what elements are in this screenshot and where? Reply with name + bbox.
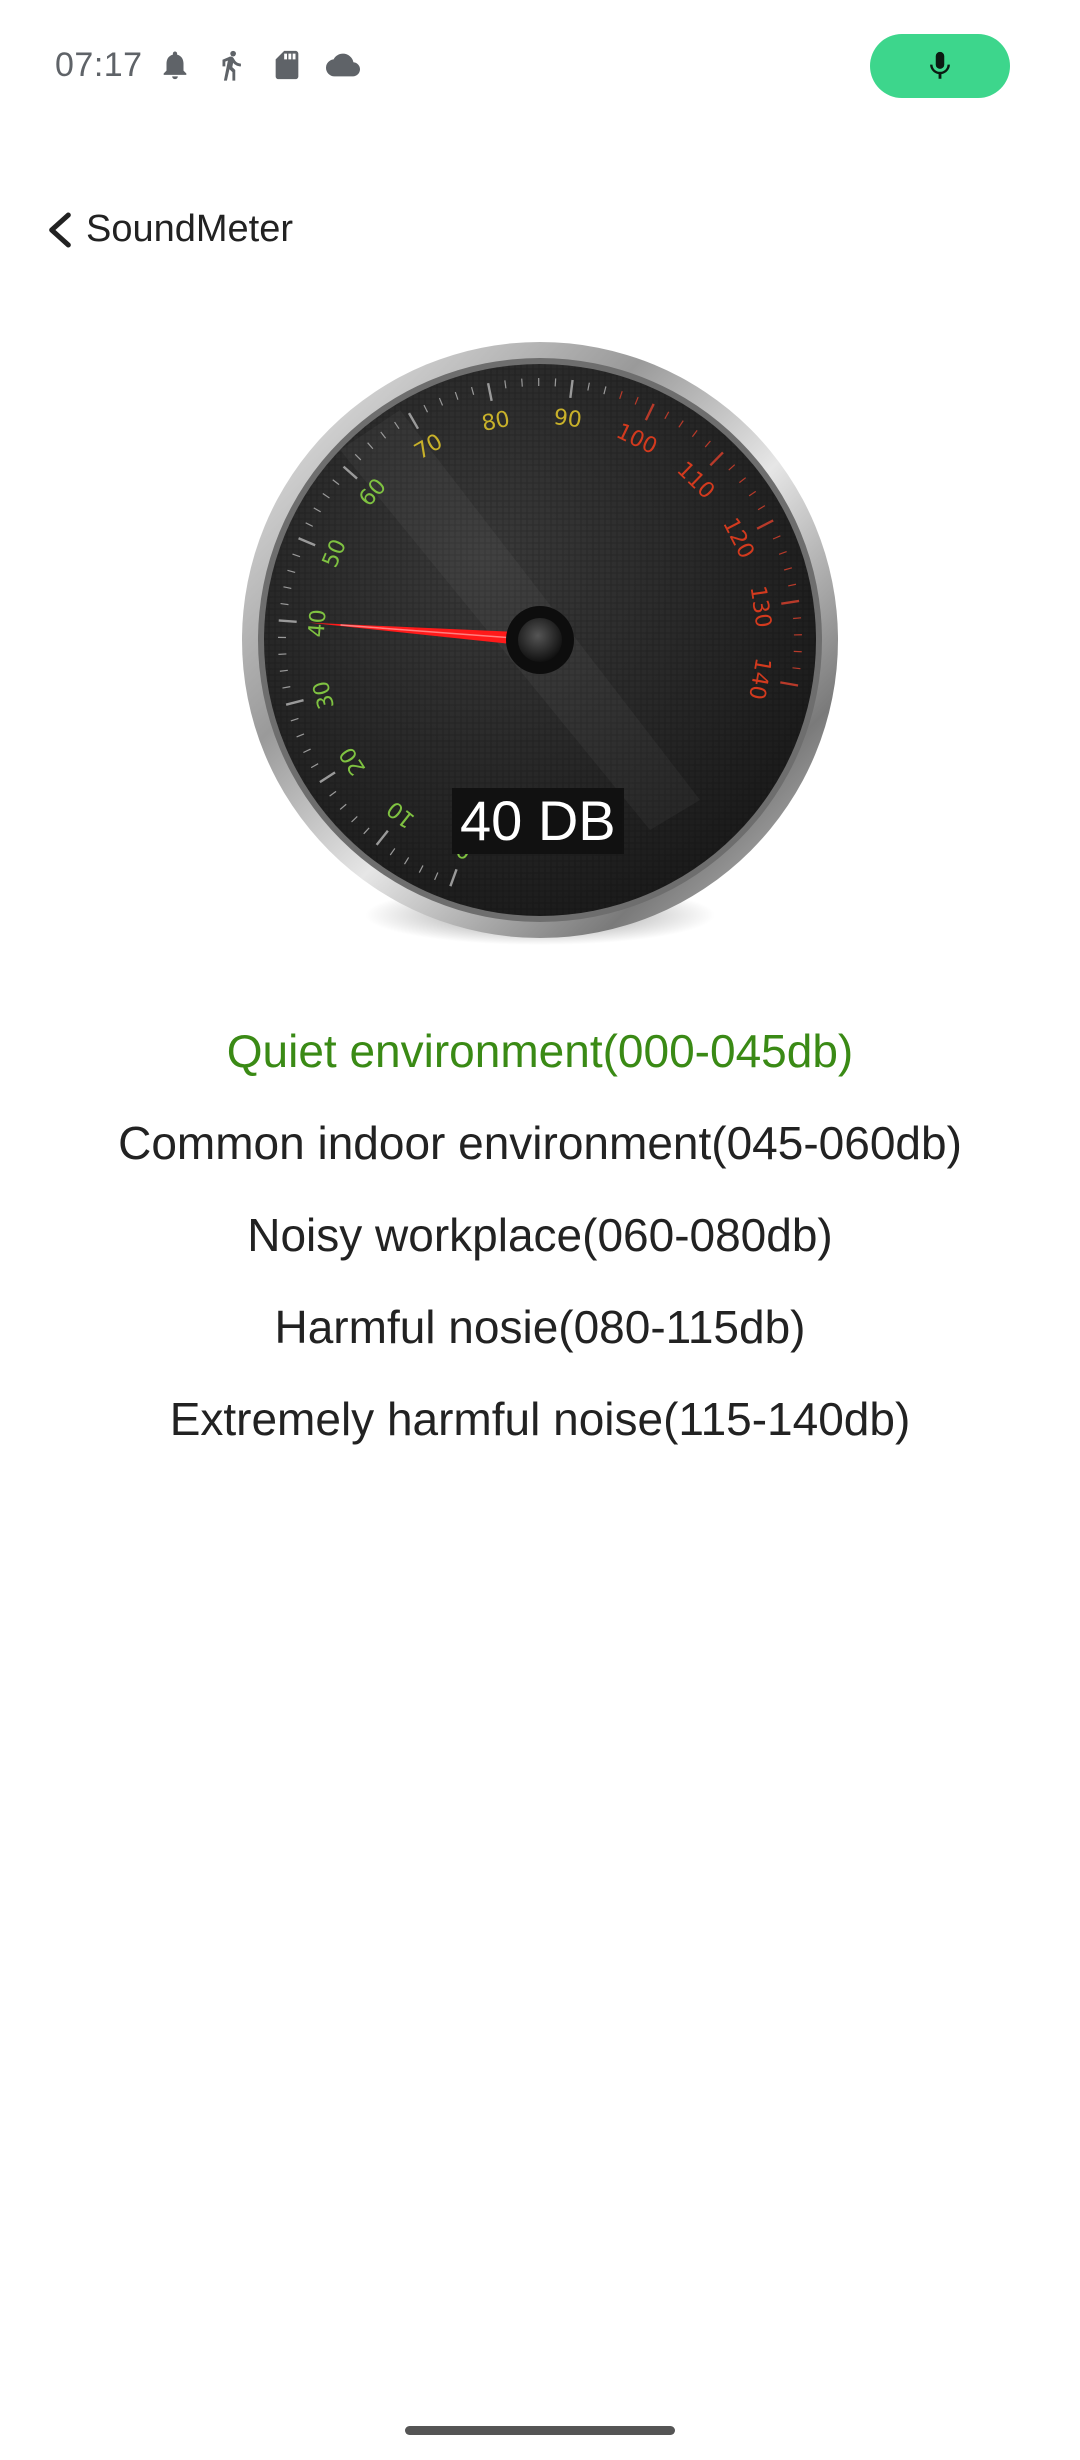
level-harmful: Harmful nosie(080-115db) xyxy=(274,1301,806,1353)
chevron-left-icon xyxy=(49,212,71,248)
home-indicator[interactable] xyxy=(405,2426,675,2435)
level-noisy-workplace: Noisy workplace(060-080db) xyxy=(247,1209,833,1261)
gauge-hub xyxy=(518,618,562,662)
cloud-icon xyxy=(326,48,360,82)
db-readout: 40 DB xyxy=(452,788,624,854)
noise-level-list: Quiet environment(000-045db) Common indo… xyxy=(0,1005,1080,1465)
level-extremely-harmful: Extremely harmful noise(115-140db) xyxy=(169,1393,911,1445)
gauge-dial: 0102030405060708090100110120130140 xyxy=(242,342,838,945)
gauge-tick xyxy=(793,617,802,620)
walking-person-icon xyxy=(214,48,248,82)
notification-bell-icon xyxy=(158,48,192,82)
sound-level-gauge: 0102030405060708090100110120130140 40 DB xyxy=(230,330,850,970)
level-quiet: Quiet environment(000-045db) xyxy=(226,1025,854,1077)
status-time: 07:17 xyxy=(55,46,143,84)
status-bar: 07:17 xyxy=(0,0,1080,130)
gauge-tick xyxy=(521,378,523,387)
microphone-icon xyxy=(930,51,950,79)
gauge-tick-label: 90 xyxy=(552,405,583,433)
status-icons xyxy=(158,48,360,82)
app-title: SoundMeter xyxy=(86,208,294,250)
sd-card-icon xyxy=(270,48,304,82)
level-common-indoor: Common indoor environment(045-060db) xyxy=(118,1117,962,1169)
back-button[interactable] xyxy=(36,206,84,254)
mic-indicator[interactable] xyxy=(870,34,1010,98)
app-header: SoundMeter xyxy=(0,190,1080,270)
gauge-tick xyxy=(278,619,297,623)
